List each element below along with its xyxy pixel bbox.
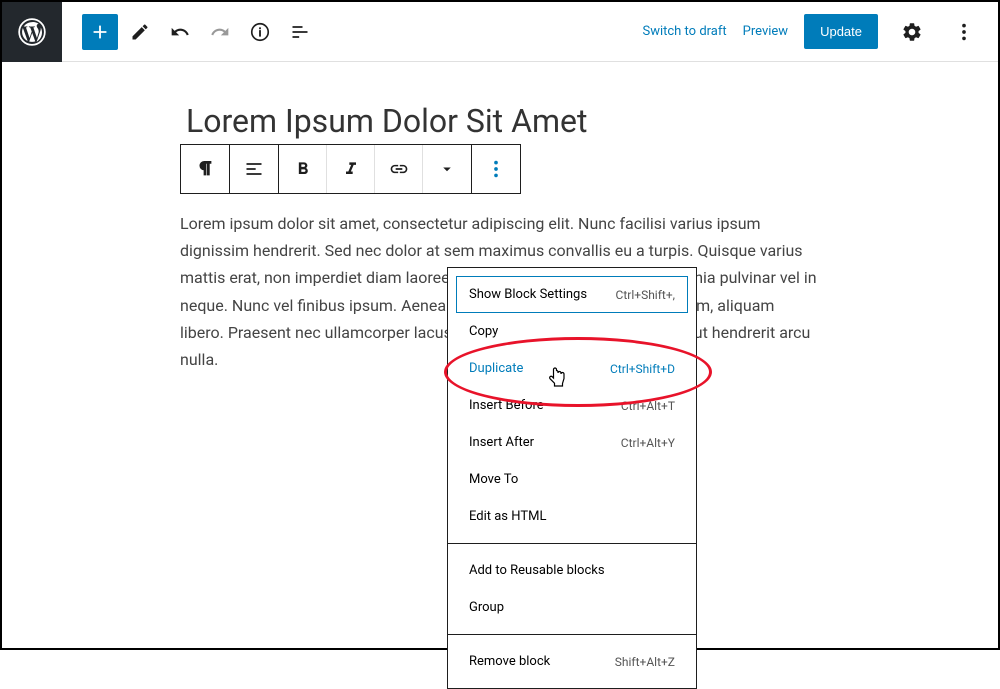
dropdown-arrow-button[interactable] [423,145,471,193]
menu-insert-before[interactable]: Insert Before Ctrl+Alt+T [456,387,688,424]
menu-shortcut: Ctrl+Shift+, [616,288,675,302]
menu-shortcut: Ctrl+Shift+D [610,362,675,376]
menu-label: Copy [469,324,498,339]
menu-label: Move To [469,472,518,487]
menu-edit-html[interactable]: Edit as HTML [456,498,688,535]
menu-group[interactable]: Group [456,589,688,626]
menu-duplicate[interactable]: Duplicate Ctrl+Shift+D [456,350,688,387]
menu-show-block-settings[interactable]: Show Block Settings Ctrl+Shift+, [456,276,688,313]
menu-label: Add to Reusable blocks [469,563,605,578]
post-title[interactable]: Lorem Ipsum Dolor Sit Amet [180,102,820,140]
menu-remove-block[interactable]: Remove block Shift+Alt+Z [456,643,688,680]
toolbar-right: Switch to draft Preview Update [642,14,998,50]
menu-label: Group [469,600,504,615]
block-options-menu: Show Block Settings Ctrl+Shift+, Copy Du… [447,267,697,689]
italic-button[interactable] [327,145,375,193]
menu-shortcut: Ctrl+Alt+T [621,399,675,413]
redo-button[interactable] [202,14,238,50]
menu-label: Insert After [469,435,534,450]
menu-label: Edit as HTML [469,509,546,524]
settings-icon[interactable] [894,14,930,50]
add-block-button[interactable] [82,14,118,50]
menu-shortcut: Ctrl+Alt+Y [621,436,675,450]
info-button[interactable] [242,14,278,50]
edit-mode-button[interactable] [122,14,158,50]
menu-label: Remove block [469,654,550,669]
menu-copy[interactable]: Copy [456,313,688,350]
menu-label: Insert Before [469,398,544,413]
menu-label: Show Block Settings [469,287,587,302]
switch-to-draft-link[interactable]: Switch to draft [642,24,726,39]
preview-link[interactable]: Preview [743,24,788,39]
block-more-options-button[interactable] [472,145,520,193]
menu-label: Duplicate [469,361,523,376]
top-toolbar: Switch to draft Preview Update [2,2,998,62]
menu-insert-after[interactable]: Insert After Ctrl+Alt+Y [456,424,688,461]
update-button[interactable]: Update [804,14,878,49]
align-button[interactable] [230,145,278,193]
menu-move-to[interactable]: Move To [456,461,688,498]
bold-button[interactable] [279,145,327,193]
editor-area: Lorem Ipsum Dolor Sit Amet Lorem ipsum d… [2,62,998,373]
more-options-icon[interactable] [946,14,982,50]
link-button[interactable] [375,145,423,193]
menu-add-reusable[interactable]: Add to Reusable blocks [456,552,688,589]
undo-button[interactable] [162,14,198,50]
outline-button[interactable] [282,14,318,50]
wordpress-logo[interactable] [2,2,62,62]
block-toolbar [180,144,521,194]
toolbar-left [62,14,318,50]
paragraph-block-icon[interactable] [181,145,229,193]
menu-shortcut: Shift+Alt+Z [615,655,675,669]
